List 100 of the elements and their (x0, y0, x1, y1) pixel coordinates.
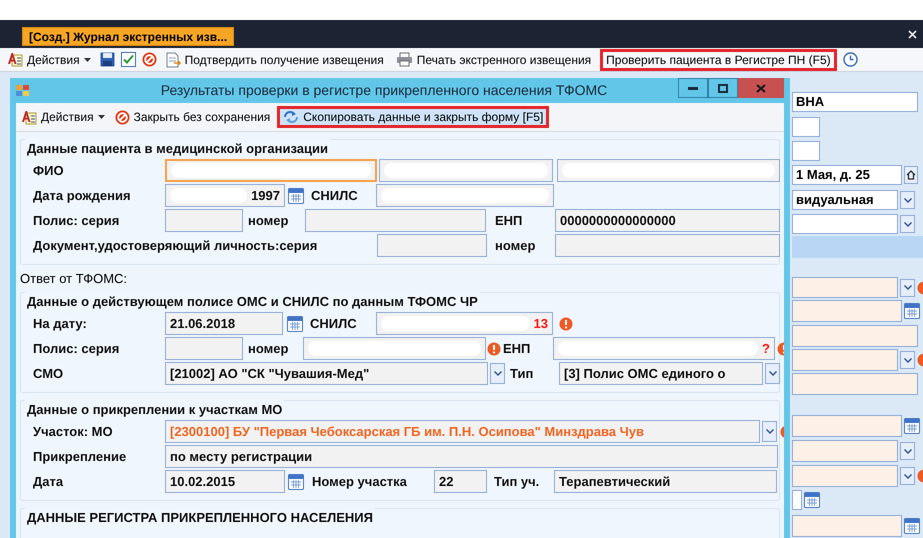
toolbar-button[interactable]: Печать экстренного извещения (392, 48, 594, 70)
calendar-icon[interactable] (804, 492, 820, 508)
field-label: Тип уч. (494, 472, 540, 491)
app-icon (16, 84, 30, 96)
dropdown-button[interactable] (900, 215, 915, 233)
field-label: Дата рождения (33, 186, 132, 205)
section-heading: Ответ от ТФОМС: (20, 270, 128, 285)
input-field[interactable] (792, 465, 898, 487)
close-button[interactable] (738, 78, 784, 98)
chevron-down-icon (494, 371, 502, 376)
input-field[interactable] (792, 277, 898, 298)
calendar-icon[interactable] (904, 303, 920, 319)
field-label: Полис: серия (33, 212, 120, 230)
input-field[interactable] (792, 515, 902, 537)
toolbar-button[interactable]: Скопировать данные и закрыть форму [F5] (277, 106, 550, 128)
toolbar-button[interactable]: Подтвердить получение извещения (162, 48, 387, 70)
input-field[interactable] (376, 184, 554, 207)
close-icon (756, 84, 766, 92)
dropdown-button[interactable] (765, 363, 780, 384)
home-button[interactable] (904, 166, 918, 184)
actions-menu[interactable]: Действия (4, 48, 94, 70)
input-field[interactable] (165, 159, 377, 182)
dropdown-button[interactable] (900, 191, 915, 209)
input-field[interactable] (379, 159, 553, 182)
input-field[interactable]: ВНА (792, 92, 918, 112)
input-field[interactable] (792, 325, 918, 347)
group-title: ДАННЫЕ РЕГИСТРА ПРИКРЕПЛЕННОГО НАСЕЛЕНИЯ (25, 508, 375, 526)
group-title: Данные о действующем полисе ОМС и СНИЛС по данным ТФОМС ЧР (25, 292, 480, 310)
text-style-icon (7, 52, 23, 67)
printer-icon (396, 52, 413, 67)
chevron-down-icon (768, 371, 776, 376)
field-label: ЕНП (503, 340, 532, 358)
chevron-down-icon (904, 448, 912, 454)
chevron-down-icon (904, 222, 912, 226)
group-title: Данные о прикреплении к участкам МО (25, 400, 284, 418)
calendar-icon[interactable] (288, 474, 304, 490)
save-icon[interactable] (100, 52, 115, 67)
input-field[interactable] (792, 373, 918, 395)
calendar-icon[interactable] (287, 316, 303, 332)
chevron-down-icon (904, 474, 912, 478)
input-field[interactable]: видуальная (792, 190, 898, 210)
clock-icon[interactable] (842, 52, 858, 67)
calendar-icon[interactable] (904, 418, 920, 434)
refresh-icon (283, 110, 300, 124)
input-field[interactable] (792, 214, 898, 234)
field-label: Участок: МО (33, 422, 114, 441)
dropdown-button[interactable] (490, 363, 505, 384)
field-label: СНИЛС (311, 186, 359, 205)
checkbox-icon[interactable] (120, 52, 136, 67)
input-field[interactable] (303, 337, 486, 360)
dropdown-button[interactable] (900, 467, 915, 485)
input-field[interactable] (792, 117, 820, 137)
minimize-icon (688, 86, 698, 90)
input-field[interactable] (165, 337, 243, 360)
dropdown-button[interactable] (762, 421, 777, 442)
input-field[interactable]: по месту регистрации (165, 445, 778, 468)
calendar-icon[interactable] (288, 188, 304, 204)
dropdown-button[interactable] (900, 351, 915, 369)
caret-icon (98, 115, 105, 119)
input-field[interactable] (792, 349, 898, 371)
chevron-down-icon (904, 285, 912, 290)
input-field[interactable]: 1997 (165, 184, 285, 207)
chevron-down-icon (904, 358, 912, 362)
field-label: Тип (510, 364, 534, 383)
input-field[interactable]: 22 (434, 470, 487, 493)
input-field[interactable] (305, 209, 486, 232)
field-label: Документ,удостоверяющий личность:серия (33, 236, 318, 255)
close-icon[interactable] (908, 30, 917, 39)
calendar-icon[interactable] (904, 518, 920, 534)
dropdown-button[interactable] (900, 442, 915, 460)
field-label: Номер участка (312, 472, 408, 491)
input-field[interactable] (377, 234, 487, 257)
field-label: На дату: (33, 314, 88, 333)
input-field[interactable] (792, 141, 820, 161)
toolbar-button[interactable]: Проверить пациента в Регистре ПН (F5) (600, 48, 837, 70)
field-label: номер (248, 212, 290, 230)
input-field[interactable] (555, 234, 780, 257)
field-label: ФИО (33, 162, 65, 180)
home-icon (906, 170, 916, 180)
document-icon (166, 52, 181, 68)
field-label: Прикрепление (33, 448, 128, 466)
text-style-icon (21, 110, 37, 124)
minimize-button[interactable] (678, 78, 708, 98)
toolbar-button[interactable]: Закрыть без сохранения (112, 106, 274, 128)
input-field[interactable] (792, 490, 802, 510)
input-field[interactable] (792, 415, 902, 437)
maximize-button[interactable] (708, 78, 738, 98)
input-field[interactable]: 0000000000000000 (555, 209, 780, 232)
document-tab[interactable]: [Созд.] Журнал экстренных изв... (22, 27, 234, 46)
stop-icon[interactable] (142, 52, 157, 67)
input-field[interactable] (557, 159, 780, 182)
actions-menu[interactable]: Действия (18, 106, 108, 128)
input-field[interactable]: 21.06.2018 (165, 312, 283, 335)
input-field[interactable] (165, 209, 243, 232)
dropdown-button[interactable] (900, 278, 915, 296)
input-field[interactable] (792, 440, 898, 462)
input-field[interactable]: Терапевтический (554, 470, 777, 493)
input-field[interactable]: 10.02.2015 (165, 470, 285, 493)
input-field[interactable] (792, 300, 902, 322)
input-field[interactable]: 1 Мая, д. 25 (792, 165, 902, 185)
